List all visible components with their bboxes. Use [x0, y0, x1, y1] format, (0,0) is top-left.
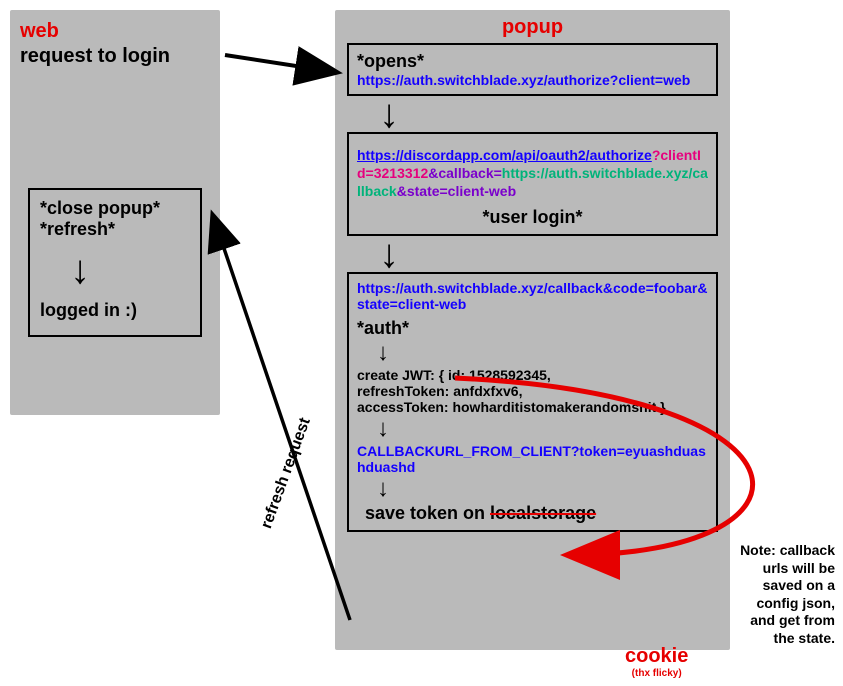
jwt-line-1: create JWT: { id: 1528592345,: [357, 367, 708, 383]
callback-note: Note: callback urls will be saved on a c…: [735, 542, 835, 647]
save-token-prefix: save token on: [365, 503, 490, 523]
arrow-down-icon: ↓: [377, 475, 708, 503]
arrow-down-icon: ↓: [379, 240, 726, 268]
state-param: state=client-web: [407, 183, 516, 199]
save-token-label: save token on localstorage: [357, 503, 708, 524]
arrow-popup-to-web: [213, 216, 350, 620]
arrow-down-icon: ↓: [70, 256, 190, 284]
refresh-request-label: refresh request: [258, 416, 315, 532]
client-callback-url: CALLBACKURL_FROM_CLIENT?token=eyuashduas…: [357, 443, 708, 475]
cookie-credit: (thx flicky): [625, 668, 688, 679]
arrow-web-to-popup: [225, 55, 335, 72]
popup-title: popup: [339, 16, 726, 39]
auth-callback-url: https://auth.switchblade.xyz/callback&co…: [357, 280, 708, 312]
cookie-label: cookie (thx flicky): [625, 645, 688, 679]
auth-authorize-url: https://auth.switchblade.xyz/authorize?c…: [357, 72, 708, 88]
opens-label: *opens*: [357, 51, 708, 72]
web-panel: web request to login *close popup* *refr…: [10, 10, 220, 415]
logged-in-label: logged in :): [40, 300, 190, 321]
popup-step1-box: *opens* https://auth.switchblade.xyz/aut…: [347, 43, 718, 96]
arrow-down-icon: ↓: [379, 100, 726, 128]
popup-step3-box: https://auth.switchblade.xyz/callback&co…: [347, 272, 718, 532]
popup-step2-box: https://discordapp.com/api/oauth2/author…: [347, 132, 718, 236]
auth-label: *auth*: [357, 318, 708, 339]
user-login-label: *user login*: [357, 207, 708, 228]
web-request-label: request to login: [20, 45, 210, 68]
amp2: &: [397, 183, 407, 199]
web-result-box: *close popup* *refresh* ↓ logged in :): [28, 188, 202, 337]
discord-url-base: https://discordapp.com/api/oauth2/author…: [357, 147, 652, 163]
callback-key: callback=: [438, 165, 501, 181]
popup-panel: popup *opens* https://auth.switchblade.x…: [335, 10, 730, 650]
jwt-line-3: accessToken: howharditistomakerandomshit…: [357, 399, 708, 415]
arrow-down-icon: ↓: [377, 339, 708, 367]
arrow-down-icon: ↓: [377, 415, 708, 443]
web-title: web: [20, 20, 210, 43]
refresh-label: *refresh*: [40, 219, 190, 240]
jwt-line-2: refreshToken: anfdxfxv6,: [357, 383, 708, 399]
close-popup-label: *close popup*: [40, 198, 190, 219]
amp1: &: [428, 165, 438, 181]
localstorage-struck: localstorage: [490, 503, 596, 523]
